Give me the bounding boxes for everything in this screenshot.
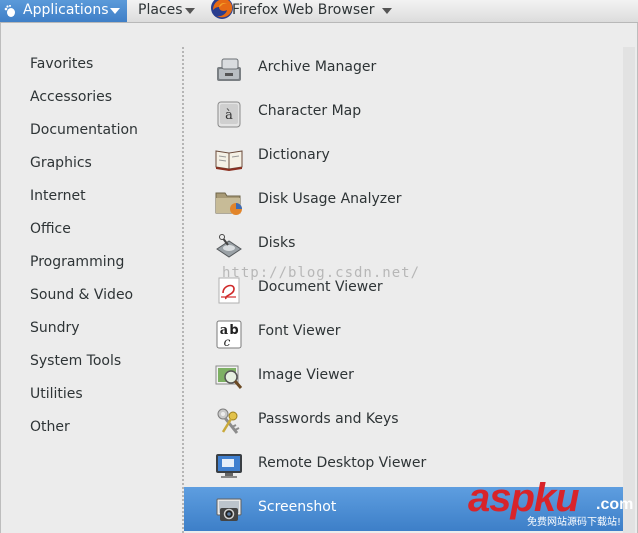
app-label: Passwords and Keys (258, 411, 399, 427)
disk-usage-analyzer-icon (215, 192, 242, 215)
category-office[interactable]: Office (30, 219, 71, 239)
chevron-down-icon (382, 8, 392, 14)
aspku-logo-suffix: .com (596, 496, 634, 513)
aspku-logo-tagline: 免费网站源码下载站! (527, 517, 622, 528)
category-other[interactable]: Other (30, 417, 70, 437)
passwords-and-keys-icon (217, 408, 240, 434)
firefox-menu-button[interactable]: Firefox Web Browser (209, 0, 399, 22)
app-label: Disk Usage Analyzer (258, 191, 402, 207)
app-label: Dictionary (258, 147, 330, 163)
app-item-dictionary[interactable]: Dictionary (184, 135, 623, 179)
font-viewer-icon: a b c (216, 320, 242, 349)
chevron-down-icon (110, 8, 120, 14)
app-label: Character Map (258, 103, 362, 119)
category-internet[interactable]: Internet (30, 186, 86, 206)
app-label: Remote Desktop Viewer (258, 455, 427, 471)
places-menu-button[interactable]: Places (138, 0, 196, 22)
category-accessories[interactable]: Accessories (30, 87, 112, 107)
firefox-icon (211, 0, 233, 19)
app-label: Disks (258, 235, 296, 251)
app-label: Document Viewer (258, 279, 383, 295)
aspku-logo: aspku (468, 476, 580, 520)
character-map-icon: à (217, 101, 241, 128)
remote-desktop-viewer-icon (216, 454, 242, 478)
category-programming[interactable]: Programming (30, 252, 124, 272)
scrollbar[interactable] (623, 47, 635, 533)
places-label: Places (138, 2, 183, 18)
svg-text:b: b (229, 323, 238, 338)
app-item-archive-manager[interactable]: Archive Manager (184, 47, 623, 91)
app-item-image-viewer[interactable]: Image Viewer (184, 355, 623, 399)
chevron-down-icon (185, 8, 195, 14)
archive-manager-icon (217, 58, 241, 81)
image-viewer-icon (215, 365, 243, 389)
category-sound-video[interactable]: Sound & Video (30, 285, 133, 305)
category-favorites[interactable]: Favorites (30, 54, 93, 74)
app-item-disks[interactable]: Disks (184, 223, 623, 267)
category-graphics[interactable]: Graphics (30, 153, 92, 173)
dictionary-icon (215, 150, 243, 171)
top-panel: Applications Places Firefox Web Browser (0, 0, 638, 23)
applications-menu-button[interactable]: Applications (0, 0, 127, 22)
app-item-font-viewer[interactable]: a b c Font Viewer (184, 311, 623, 355)
app-item-character-map[interactable]: à Character Map (184, 91, 623, 135)
gnome-foot-icon (4, 5, 15, 17)
category-system-tools[interactable]: System Tools (30, 351, 121, 371)
svg-text:c: c (224, 335, 231, 349)
watermark-url: http://blog.csdn.net/ (222, 265, 421, 281)
disks-icon (216, 234, 242, 258)
firefox-label: Firefox Web Browser (232, 2, 375, 18)
category-sundry[interactable]: Sundry (30, 318, 80, 338)
app-label: Archive Manager (258, 59, 377, 75)
app-label: Screenshot (258, 499, 337, 515)
category-documentation[interactable]: Documentation (30, 120, 138, 140)
app-item-passwords-and-keys[interactable]: Passwords and Keys (184, 399, 623, 443)
category-list: Favorites Accessories Documentation Grap… (1, 23, 181, 533)
app-label: Image Viewer (258, 367, 354, 383)
app-label: Font Viewer (258, 323, 341, 339)
category-utilities[interactable]: Utilities (30, 384, 83, 404)
screenshot-icon (216, 498, 242, 521)
app-item-disk-usage-analyzer[interactable]: Disk Usage Analyzer (184, 179, 623, 223)
svg-text:à: à (225, 108, 233, 123)
applications-label: Applications (23, 2, 109, 18)
